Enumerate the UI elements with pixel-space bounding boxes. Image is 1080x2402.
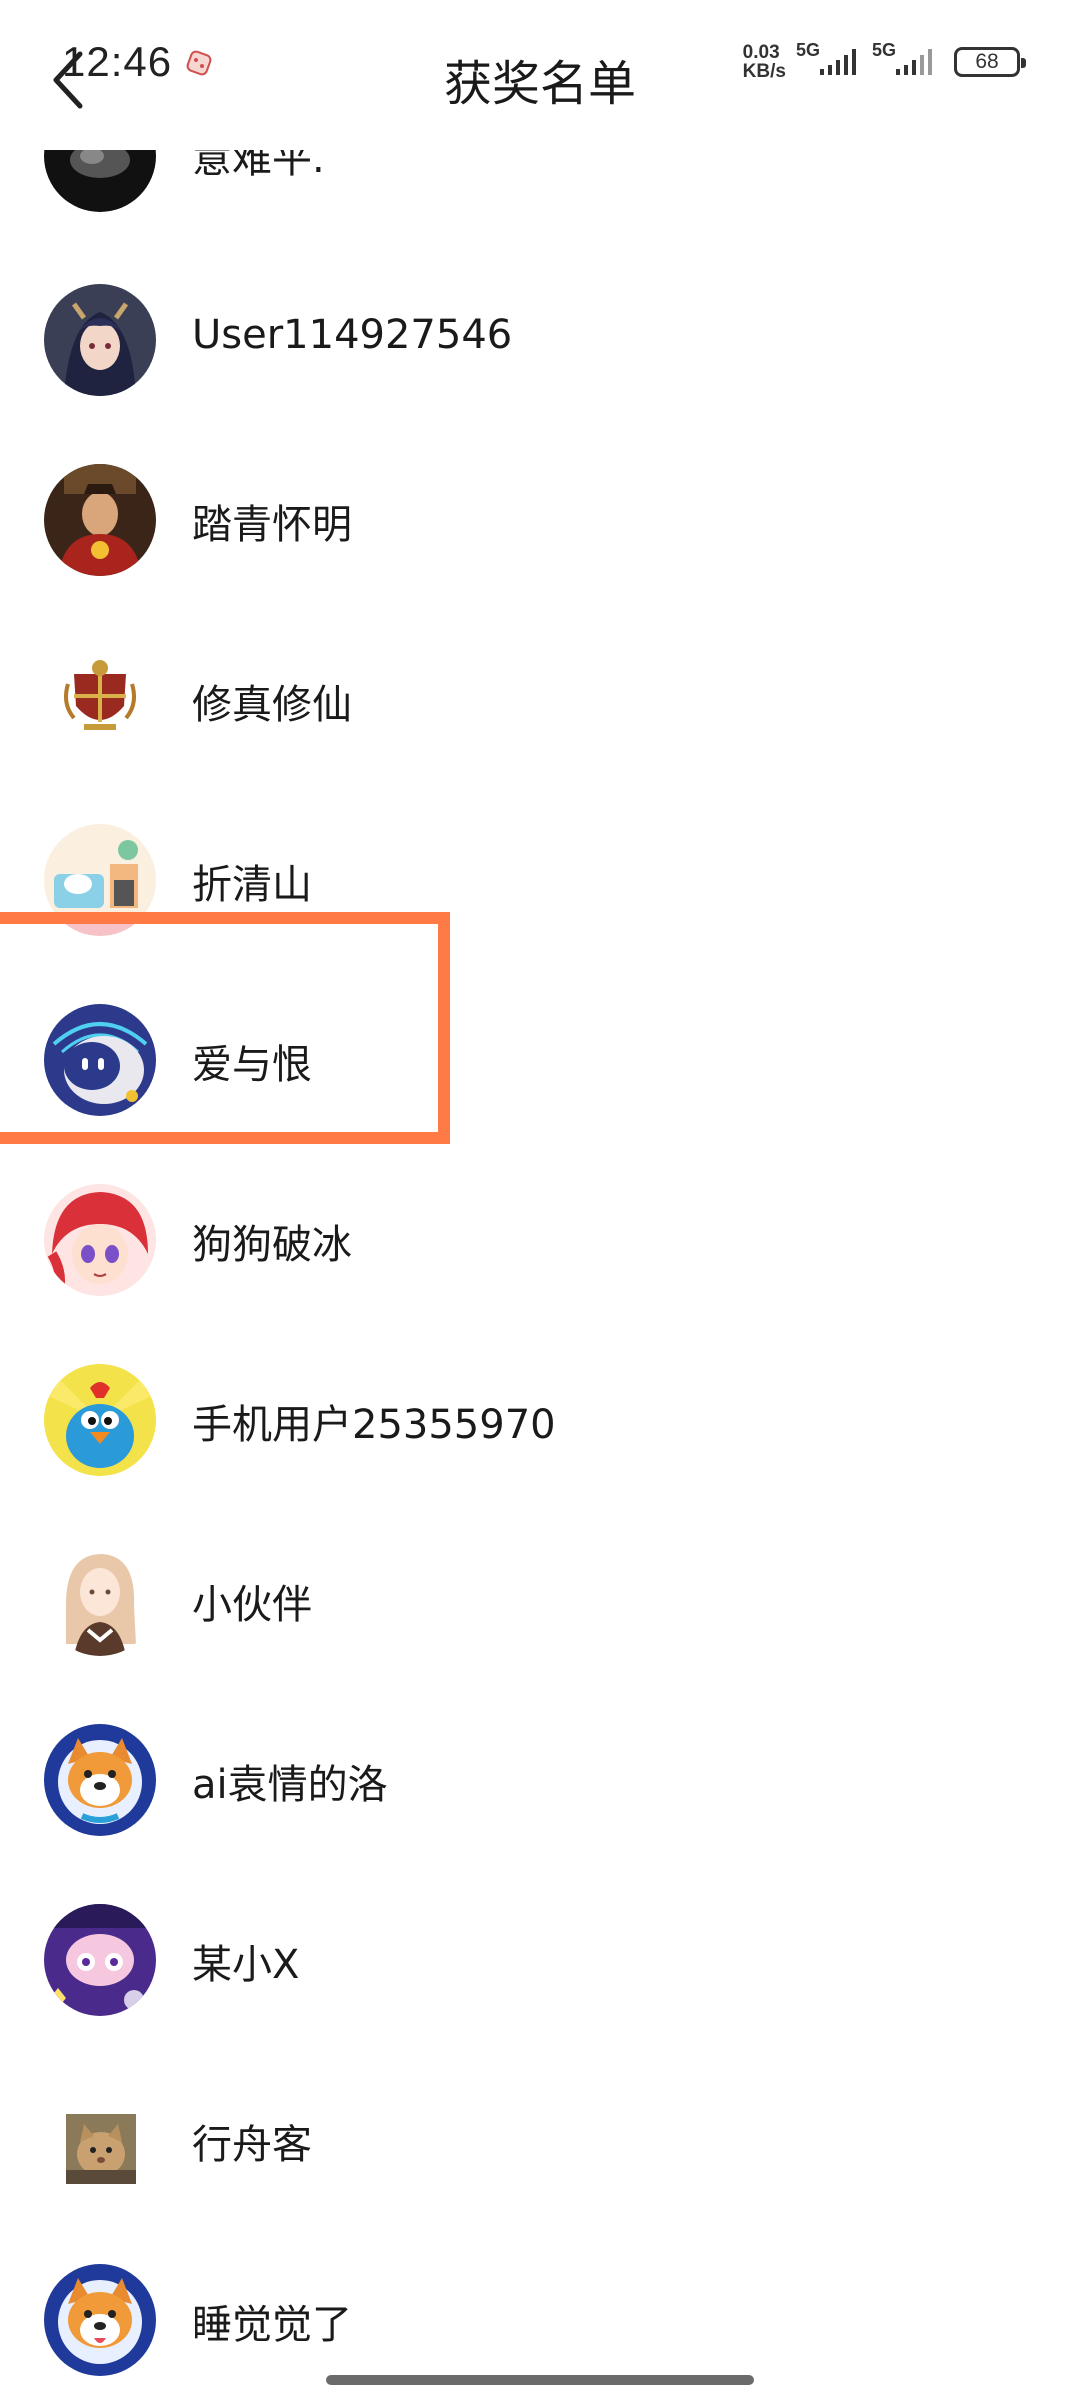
purple-character-avatar: [44, 1904, 156, 2016]
winner-name: 狗狗破冰: [192, 1222, 352, 1268]
maid-girl-avatar: [44, 1544, 156, 1656]
signal-bars-icon: [896, 49, 932, 75]
shiba-dog-avatar: [44, 1724, 156, 1836]
network-speed-value: 0.03: [742, 42, 780, 63]
winner-name: 折清山: [192, 862, 312, 908]
winner-name: 踏青怀明: [192, 502, 352, 548]
signal-label-2: 5G: [871, 39, 896, 60]
list-item[interactable]: 狗狗破冰: [0, 1142, 1080, 1322]
list-item[interactable]: 修真修仙: [0, 602, 1080, 782]
winner-name: 修真修仙: [192, 682, 352, 728]
winner-name: 某小X: [192, 1942, 300, 1988]
shiba-dog-avatar: [44, 2264, 156, 2376]
winner-name: ai袁情的洛: [192, 1762, 388, 1808]
winner-name: 睡觉觉了: [192, 2302, 352, 2348]
network-speed: 0.03 KB/s: [743, 43, 786, 81]
cartoon-room-avatar: [44, 824, 156, 936]
anime-girl-avatar: [44, 284, 156, 396]
list-item[interactable]: 踏青怀明: [0, 422, 1080, 602]
winner-list: 意难平. User114927546 踏青怀明 修真修仙 折清山 爱与恨 狗狗破…: [0, 0, 1080, 2400]
list-item[interactable]: 某小X: [0, 1862, 1080, 2042]
status-indicators: 0.03 KB/s 5G 5G 68: [743, 39, 1026, 82]
emperor-avatar: [44, 464, 156, 576]
winner-name: User114927546: [192, 312, 513, 358]
crest-avatar: [44, 644, 156, 756]
list-item[interactable]: 小伙伴: [0, 1502, 1080, 1682]
network-speed-unit: KB/s: [742, 61, 786, 82]
winner-name: 爱与恨: [192, 1042, 312, 1088]
list-item[interactable]: 行舟客: [0, 2042, 1080, 2222]
list-item[interactable]: User114927546: [0, 242, 1080, 422]
cat-meme-avatar: [66, 2114, 136, 2184]
red-hair-girl-avatar: [44, 1184, 156, 1296]
blue-bird-avatar: [44, 1364, 156, 1476]
list-item[interactable]: 折清山: [0, 782, 1080, 962]
home-indicator[interactable]: [326, 2375, 754, 2385]
winner-name: 行舟客: [192, 2122, 312, 2168]
battery-icon: 68: [954, 47, 1026, 77]
header-bar: 12:46 获奖名单 0.03 KB/s 5G 5G 68: [0, 0, 1080, 150]
signal-label-1: 5G: [795, 39, 820, 60]
list-item[interactable]: 爱与恨: [0, 962, 1080, 1142]
battery-level: 68: [975, 50, 999, 73]
winner-name: 小伙伴: [192, 1582, 312, 1628]
winner-name: 手机用户25355970: [192, 1402, 556, 1448]
list-item[interactable]: 手机用户25355970: [0, 1322, 1080, 1502]
signal-bars-icon: [819, 49, 856, 75]
list-item[interactable]: ai袁情的洛: [0, 1682, 1080, 1862]
robot-avatar: [44, 1004, 156, 1116]
